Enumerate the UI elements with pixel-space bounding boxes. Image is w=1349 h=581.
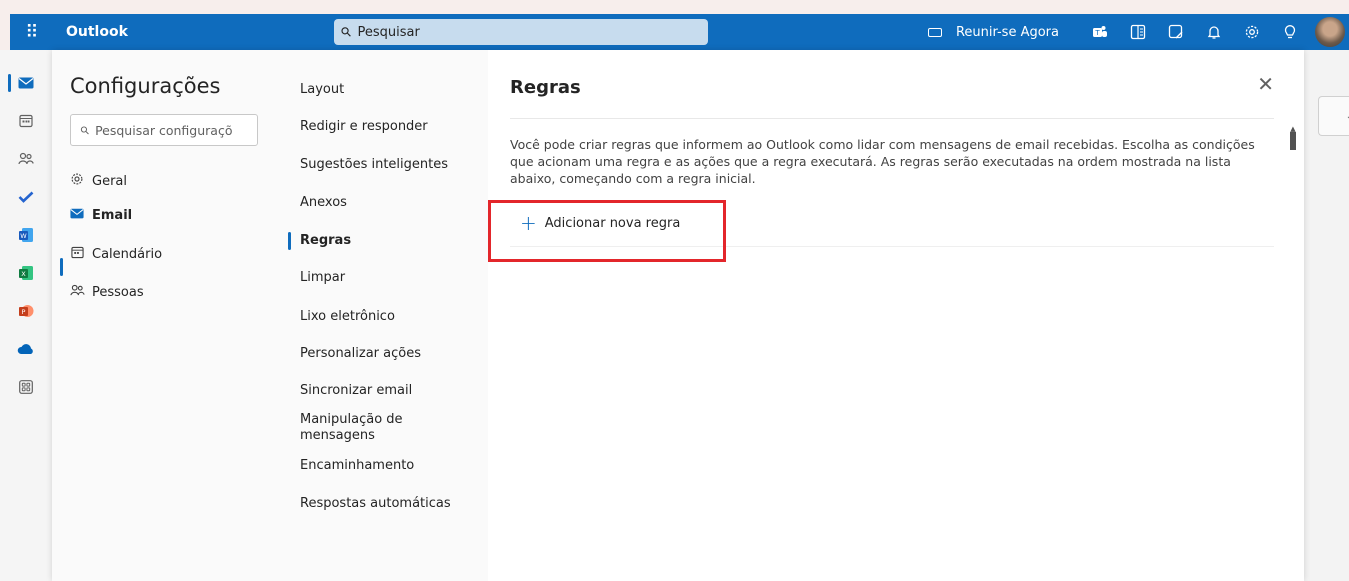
category-general[interactable]: Geral [70,172,127,190]
rail-calendar[interactable] [0,102,52,140]
onenote-icon[interactable] [1119,14,1157,50]
category-label: Calendário [92,247,163,262]
search-icon: ⚲ [338,23,356,41]
rail-powerpoint[interactable]: P [0,292,52,330]
gear-icon [70,172,84,190]
subnav-rules[interactable]: Regras [300,233,480,249]
settings-search-input[interactable]: ⚲ Pesquisar configuraçõ [70,114,258,146]
rail-excel[interactable]: X [0,254,52,292]
bell-icon[interactable] [1195,14,1233,50]
category-label: Email [92,208,133,223]
lightbulb-icon[interactable] [1271,14,1309,50]
onedrive-icon [17,344,33,354]
mail-icon [18,77,34,89]
video-camera-icon [927,27,942,37]
scrollbar-thumb[interactable] [1290,132,1296,150]
subnav-layout[interactable]: Layout [300,82,480,98]
settings-categories-column: Configurações ⚲ Pesquisar configuraçõ Ge… [52,50,278,581]
mail-icon [70,208,84,223]
close-icon[interactable]: ✕ [1257,74,1274,94]
rail-word[interactable]: W [0,216,52,254]
word-icon: W [19,228,33,242]
scroll-up-icon[interactable]: ▲ [1290,126,1296,133]
settings-search-placeholder: Pesquisar configuraçõ [95,122,233,138]
subnav-junk-email[interactable]: Lixo eletrônico [300,309,480,325]
gear-icon[interactable] [1233,14,1271,50]
meet-now-label: Reunir-se Agora [955,24,1059,40]
app-title[interactable]: Outlook [66,24,334,40]
apps-icon [19,380,33,394]
search-placeholder: Pesquisar [357,24,420,40]
svg-text:T: T [1094,29,1100,37]
email-subnav-column: Layout Redigir e responder Sugestões int… [278,50,488,581]
people-icon [70,284,85,301]
rail-people[interactable] [0,140,52,178]
powerpoint-icon: P [19,305,34,317]
search-box[interactable]: ⚲ Pesquisar [334,19,708,45]
todo-icon[interactable] [1157,14,1195,50]
subnav-sweep[interactable]: Limpar [300,270,480,286]
pane-divider [510,118,1274,119]
category-calendar[interactable]: Calendário [70,246,162,263]
rail-onedrive[interactable] [0,330,52,368]
meet-now-button[interactable]: Reunir-se Agora [927,24,1059,40]
subnav-attachments[interactable]: Anexos [300,195,480,211]
category-label: Pessoas [92,285,144,300]
subnav-forwarding[interactable]: Encaminhamento [300,458,480,474]
svg-text:W: W [20,232,27,240]
subnav-compose-reply[interactable]: Redigir e responder [300,119,480,135]
calendar-icon [70,246,84,263]
people-icon [18,152,34,165]
subnav-message-handling[interactable]: Manipulação de mensagens [300,412,420,444]
subnav-customize-actions[interactable]: Personalizar ações [300,346,480,362]
subnav-automatic-replies[interactable]: Respostas automáticas [300,496,480,512]
active-category-indicator [60,258,63,276]
teams-icon[interactable]: T [1081,14,1119,50]
background-strip: ⌄ [1304,50,1349,581]
category-email[interactable]: Email [70,208,132,223]
calendar-icon [19,114,33,128]
app-rail: W X P [0,50,52,581]
rules-description: Você pode criar regras que informem ao O… [510,137,1255,186]
subnav-smart-suggestions[interactable]: Sugestões inteligentes [300,157,480,173]
rules-pane: Regras ✕ Você pode criar regras que info… [488,50,1304,581]
todo-check-icon [18,191,34,203]
category-people[interactable]: Pessoas [70,284,144,301]
settings-title: Configurações [70,74,221,98]
top-bar: ⠿ Outlook ⚲ Pesquisar Reunir-se Agora T [10,14,1349,50]
svg-text:P: P [22,308,26,316]
highlight-box [488,200,726,262]
app-launcher-icon[interactable]: ⠿ [10,14,54,50]
top-actions: Reunir-se Agora T [927,14,1349,50]
rail-todo[interactable] [0,178,52,216]
scrollbar[interactable]: ▲ [1290,126,1296,150]
category-label: Geral [92,173,127,189]
rail-mail[interactable] [0,64,52,102]
svg-text:X: X [21,270,26,278]
chevron-down-icon[interactable]: ⌄ [1318,96,1349,136]
active-subnav-indicator [288,232,291,250]
rail-more-apps[interactable] [0,368,52,406]
settings-dialog: Configurações ⚲ Pesquisar configuraçõ Ge… [52,50,1304,581]
pane-title: Regras [510,77,581,98]
search-icon: ⚲ [77,122,93,138]
excel-icon: X [19,266,33,280]
subnav-sync-email[interactable]: Sincronizar email [300,383,480,399]
avatar[interactable] [1315,17,1345,47]
